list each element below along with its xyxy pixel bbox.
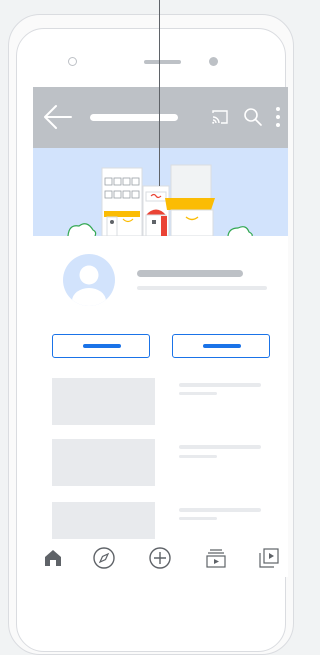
- explore-icon: [93, 547, 115, 569]
- list-item-title-placeholder: [179, 445, 261, 449]
- nav-subscriptions[interactable]: [203, 545, 229, 571]
- app-bar-title-placeholder: [90, 114, 178, 121]
- search-icon: [244, 108, 262, 126]
- list-item-title-placeholder: [179, 508, 261, 512]
- callout-line: [159, 0, 160, 186]
- app-screen: [33, 87, 288, 577]
- nav-home[interactable]: [40, 545, 66, 571]
- account-circle-icon: [63, 254, 115, 306]
- list-item-title-placeholder: [179, 383, 261, 387]
- cast-button[interactable]: [211, 109, 229, 125]
- more-vert-icon: [276, 107, 280, 127]
- app-bar: [33, 87, 288, 148]
- more-options-button[interactable]: [273, 105, 283, 129]
- city-storefront-illustration: [67, 164, 253, 236]
- home-icon: [45, 550, 61, 566]
- front-camera: [68, 57, 77, 66]
- list-item-subtitle-placeholder: [179, 392, 217, 395]
- search-button[interactable]: [243, 107, 263, 127]
- button-label-placeholder: [203, 344, 241, 348]
- arrow-back-icon: [44, 105, 72, 129]
- list-item-thumbnail[interactable]: [52, 378, 155, 425]
- primary-action-button[interactable]: [52, 334, 150, 358]
- cast-icon: [212, 110, 228, 124]
- list-item-subtitle-placeholder: [179, 455, 217, 458]
- button-label-placeholder: [83, 344, 121, 348]
- add-circle-icon: [149, 547, 171, 569]
- nav-explore[interactable]: [91, 545, 117, 571]
- library-icon: [259, 548, 279, 568]
- list-item-thumbnail[interactable]: [52, 439, 155, 486]
- channel-banner: [33, 148, 288, 236]
- back-button[interactable]: [41, 103, 75, 131]
- profile-subtitle-placeholder: [137, 286, 267, 290]
- earpiece-speaker: [144, 60, 181, 64]
- list-item-thumbnail[interactable]: [52, 502, 155, 539]
- proximity-sensor: [209, 57, 218, 66]
- profile-name-placeholder: [137, 270, 243, 277]
- profile-avatar[interactable]: [63, 254, 115, 306]
- subscriptions-icon: [206, 549, 226, 568]
- list-item-subtitle-placeholder: [179, 517, 217, 520]
- secondary-action-button[interactable]: [172, 334, 270, 358]
- bottom-navigation: [33, 539, 288, 577]
- nav-create[interactable]: [147, 545, 173, 571]
- nav-library[interactable]: [256, 545, 282, 571]
